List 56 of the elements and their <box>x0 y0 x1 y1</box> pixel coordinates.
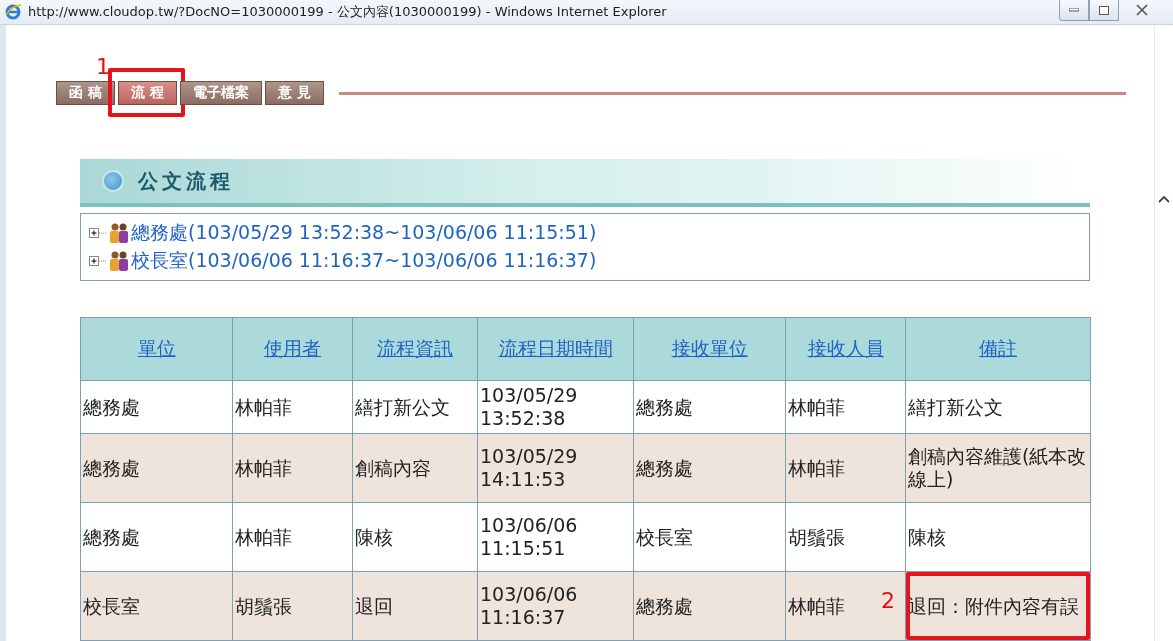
table-cell: 林帕菲 <box>785 380 906 434</box>
tab[interactable]: 流 程 <box>117 80 177 105</box>
expand-icon[interactable] <box>89 227 107 239</box>
sort-link[interactable]: 備註 <box>979 337 1017 359</box>
sort-link[interactable]: 流程資訊 <box>377 337 453 359</box>
table-cell: 總務處 <box>633 380 786 434</box>
table-cell: 繕打新公文 <box>352 380 478 434</box>
tab[interactable]: 函 稿 <box>56 81 115 105</box>
people-icon <box>109 222 129 244</box>
table-cell: 陳核 <box>905 502 1091 572</box>
table-cell: 退回：附件內容有誤 <box>905 571 1091 641</box>
people-icon <box>109 250 129 272</box>
sort-link[interactable]: 接收單位 <box>671 337 748 359</box>
bullet-icon <box>102 170 124 192</box>
section-title: 公文流程 <box>138 167 234 195</box>
table-cell: 繕打新公文 <box>905 380 1091 434</box>
callout-number: 1 <box>95 55 110 78</box>
table-cell: 林帕菲 <box>232 380 353 434</box>
table-cell: 總務處 <box>633 433 786 503</box>
expand-icon[interactable] <box>89 255 107 267</box>
table-cell: 胡鬚張 <box>785 502 906 572</box>
tab[interactable]: 意 見 <box>264 81 324 105</box>
table-cell: 林帕菲 <box>232 502 353 572</box>
table-cell: 創稿內容維護(紙本改線上) <box>905 433 1091 503</box>
tab[interactable]: 電子檔案 <box>179 81 262 105</box>
table-cell: 林帕菲 2 <box>785 571 906 641</box>
table-cell: 總務處 <box>80 380 233 434</box>
table-cell: 103/06/06 11:16:37 <box>477 571 634 641</box>
sort-link[interactable]: 單位 <box>137 337 176 359</box>
table-cell: 總務處 <box>633 571 786 641</box>
callout-number: 2 <box>881 590 895 612</box>
table-cell: 胡鬚張 <box>232 571 353 641</box>
table-cell: 103/05/29 14:11:53 <box>477 433 634 503</box>
tree-item[interactable]: 總務處(103/05/29 13:52:38~103/06/06 11:15:51) <box>131 220 597 246</box>
table-cell: 退回 <box>352 571 478 641</box>
maximize-icon <box>1099 5 1109 15</box>
sort-link[interactable]: 接收人員 <box>807 337 884 359</box>
table-cell: 陳核 <box>352 502 478 572</box>
table-cell: 校長室 <box>80 571 233 641</box>
browser-icon <box>4 3 22 21</box>
table-cell: 創稿內容 <box>352 433 478 503</box>
table-cell: 林帕菲 <box>232 433 353 503</box>
window-title: http://www.cloudop.tw/?DocNO=1030000199 - 公文內容(1030000199) - Windows Internet Explorer <box>28 3 668 21</box>
table-cell: 校長室 <box>633 502 786 572</box>
scroll-up-icon[interactable] <box>1158 195 1170 203</box>
table-cell: 103/05/29 13:52:38 <box>477 380 634 434</box>
tree-item[interactable]: 校長室(103/06/06 11:16:37~103/06/06 11:16:37) <box>131 248 597 274</box>
minimize-icon <box>1069 8 1079 12</box>
sort-link[interactable]: 流程日期時間 <box>498 337 613 359</box>
sort-link[interactable]: 使用者 <box>264 337 321 359</box>
table-cell: 林帕菲 <box>785 433 906 503</box>
table-cell: 103/06/06 11:15:51 <box>477 502 634 572</box>
maximize-button[interactable] <box>1089 0 1119 21</box>
close-icon <box>1136 4 1148 16</box>
table-cell: 總務處 <box>80 502 233 572</box>
table-cell: 總務處 <box>80 433 233 503</box>
